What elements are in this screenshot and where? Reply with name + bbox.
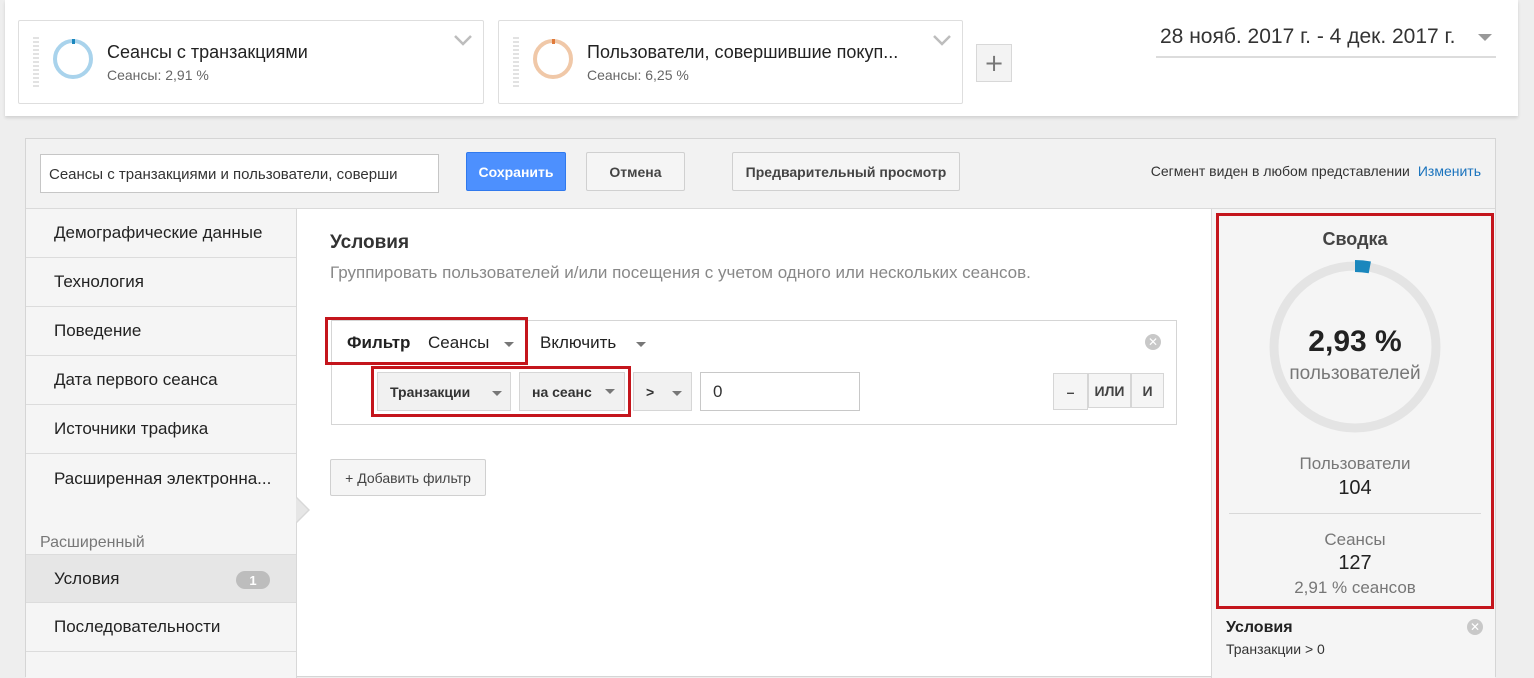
drag-handle-icon[interactable] — [513, 37, 519, 87]
segment-ring-icon — [53, 39, 93, 79]
segment-ring-icon — [533, 39, 573, 79]
summary-title: Сводка — [1322, 229, 1388, 249]
summary-conditions-title: Условия — [1226, 619, 1293, 636]
editor-header: Сеансы с транзакциями и пользователи, со… — [26, 139, 1495, 209]
save-button[interactable]: Сохранить — [466, 152, 566, 191]
sidenav-item-traffic-sources[interactable]: Источники трафика — [26, 405, 296, 454]
caret-down-icon — [1478, 34, 1492, 41]
sidenav-item-demographics[interactable]: Демографические данные — [26, 209, 296, 258]
or-button[interactable]: ИЛИ — [1088, 373, 1131, 408]
sessions-label: Сеансы — [1324, 530, 1386, 549]
drag-handle-icon[interactable] — [33, 37, 39, 87]
scope-value: Сеансы — [428, 333, 490, 352]
caret-down-icon — [504, 342, 514, 347]
conditions-description: Группировать пользователей и/или посещен… — [330, 263, 1031, 282]
and-button[interactable]: И — [1131, 373, 1164, 408]
summary-conditions-text: Транзакции > 0 — [1226, 641, 1325, 657]
summary-highlight-box: Сводка 2,93 % пользователей Пользователи… — [1216, 213, 1494, 609]
preview-button[interactable]: Предварительный просмотр — [732, 152, 960, 191]
caret-down-icon — [636, 342, 646, 347]
change-visibility-link[interactable]: Изменить — [1418, 163, 1481, 179]
include-value: Включить — [540, 333, 617, 352]
visibility-text: Сегмент виден в любом представлении — [1150, 163, 1410, 179]
chevron-down-icon[interactable] — [932, 33, 952, 47]
sidenav-item-sequences[interactable]: Последовательности — [26, 603, 296, 652]
segment-card-transactions[interactable]: Сеансы с транзакциями Сеансы: 2,91 % — [18, 20, 484, 104]
sidenav-item-technology[interactable]: Технология — [26, 258, 296, 307]
summary-divider — [1229, 513, 1481, 514]
conditions-title: Условия — [330, 232, 410, 253]
dimension-dropdown[interactable]: Транзакции — [377, 372, 511, 411]
segment-subtitle: Сеансы: 2,91 % — [107, 67, 209, 83]
sidenav-item-first-session-date[interactable]: Дата первого сеанса — [26, 356, 296, 405]
summary-panel: Сводка 2,93 % пользователей Пользователи… — [1211, 209, 1495, 678]
segment-sidenav: Демографические данные Технология Поведе… — [26, 209, 297, 678]
segment-title: Пользователи, совершившие покуп... — [587, 42, 899, 62]
add-segment-button[interactable]: + — [976, 44, 1012, 82]
segment-card-purchasers[interactable]: Пользователи, совершившие покуп... Сеанс… — [498, 20, 963, 104]
filter-block: Фильтр Сеансы Включить ✕ Транзакции на с… — [325, 317, 1177, 425]
remove-condition-icon[interactable]: ✕ — [1467, 619, 1483, 635]
sidenav-section-advanced: Расширенный — [40, 534, 145, 551]
date-range-text: 28 нояб. 2017 г. - 4 дек. 2017 г. — [1160, 25, 1456, 48]
users-label: Пользователи — [1299, 454, 1411, 473]
sidenav-item-enhanced-ecommerce[interactable]: Расширенная электронна... — [26, 454, 296, 503]
date-range-picker[interactable]: 28 нояб. 2017 г. - 4 дек. 2017 г. — [1156, 20, 1496, 58]
caret-down-icon — [605, 389, 615, 394]
sessions-value: 127 — [1338, 552, 1372, 574]
caret-down-icon — [672, 391, 682, 396]
sidenav-item-behavior[interactable]: Поведение — [26, 307, 296, 356]
segment-name-input[interactable]: Сеансы с транзакциями и пользователи, со… — [40, 154, 439, 193]
remove-filter-icon[interactable]: ✕ — [1145, 334, 1161, 350]
segment-editor: Сеансы с транзакциями и пользователи, со… — [25, 138, 1496, 678]
active-pointer-fill — [296, 498, 308, 522]
segment-title: Сеансы с транзакциями — [107, 42, 308, 62]
sidenav-item-label: Условия — [54, 568, 120, 588]
sidenav-item-conditions[interactable]: Условия 1 — [26, 554, 296, 603]
visibility-info: Сегмент виден в любом представлении Измен… — [1151, 163, 1481, 179]
per-dropdown[interactable]: на сеанс — [519, 372, 625, 411]
condition-value-input[interactable]: 0 — [700, 372, 860, 411]
cancel-button[interactable]: Отмена — [586, 152, 685, 191]
operator-value: > — [646, 383, 655, 400]
operator-dropdown[interactable]: > — [633, 372, 692, 411]
dimension-value: Транзакции — [390, 383, 471, 400]
summary-conditions: Условия Транзакции > 0 — [1226, 619, 1482, 657]
caret-down-icon — [492, 391, 502, 396]
chevron-down-icon[interactable] — [453, 33, 473, 47]
segment-subtitle: Сеансы: 6,25 % — [587, 67, 689, 83]
sessions-percent: 2,91 % сеансов — [1294, 578, 1416, 597]
summary-percent-label: пользователей — [1289, 363, 1421, 384]
summary-percent: 2,93 % — [1308, 325, 1402, 358]
filter-label: Фильтр — [347, 333, 411, 352]
segment-bar: Сеансы с транзакциями Сеансы: 2,91 % Пол… — [5, 0, 1518, 116]
users-value: 104 — [1338, 477, 1372, 499]
remove-condition-button[interactable]: – — [1053, 373, 1088, 410]
add-filter-button[interactable]: + Добавить фильтр — [330, 459, 486, 496]
per-value: на сеанс — [532, 383, 592, 400]
conditions-count-badge: 1 — [236, 571, 270, 589]
